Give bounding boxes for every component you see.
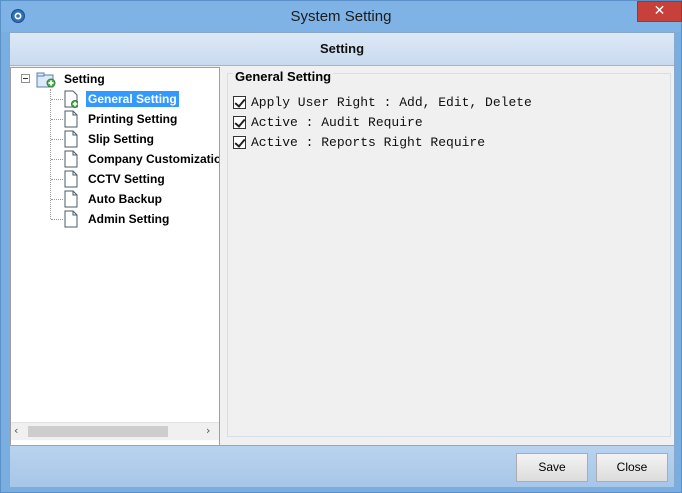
- tree-item-printing-setting[interactable]: Printing Setting: [51, 109, 219, 129]
- tree-item-company-customization[interactable]: Company Customization: [51, 149, 220, 169]
- checkbox-label[interactable]: Active : Audit Require: [251, 115, 423, 130]
- reports-right-require-checkbox[interactable]: Active : Reports Right Require: [233, 134, 653, 152]
- header-band: Setting: [10, 33, 674, 66]
- document-add-icon: [64, 90, 78, 108]
- tree-item-general-setting[interactable]: General Setting: [51, 89, 219, 109]
- scroll-left-icon[interactable]: ‹: [14, 424, 18, 437]
- tree-item-slip-setting[interactable]: Slip Setting: [51, 129, 219, 149]
- tree-item-cctv-setting[interactable]: CCTV Setting: [51, 169, 219, 189]
- tree-root-label[interactable]: Setting: [64, 72, 105, 86]
- footer-bar: Save Close: [10, 445, 674, 487]
- system-setting-window: System Setting ✕ Setting Setting General…: [0, 0, 682, 493]
- tree-item-label: General Setting: [86, 91, 179, 107]
- save-button[interactable]: Save: [516, 453, 588, 482]
- document-icon: [64, 130, 78, 148]
- tree-item-label: Printing Setting: [88, 112, 178, 126]
- title-bar[interactable]: System Setting ✕: [1, 1, 682, 32]
- checkbox-label[interactable]: Apply User Right : Add, Edit, Delete: [251, 95, 532, 110]
- scroll-right-icon[interactable]: ›: [206, 424, 210, 437]
- checkbox-label[interactable]: Active : Reports Right Require: [251, 135, 485, 150]
- client-area: Setting Setting General Setting Printing…: [9, 32, 675, 487]
- window-close-button[interactable]: ✕: [637, 1, 682, 22]
- document-icon: [64, 170, 78, 188]
- window-title: System Setting: [290, 8, 392, 25]
- group-title: General Setting: [233, 69, 334, 84]
- tree-item-label: Auto Backup: [88, 192, 163, 206]
- checkbox-checked-icon[interactable]: [233, 96, 246, 109]
- settings-tree[interactable]: Setting General Setting Printing Setting: [10, 67, 220, 472]
- header-title: Setting: [319, 41, 365, 56]
- tree-item-label: Admin Setting: [88, 212, 170, 226]
- apply-user-right-checkbox[interactable]: Apply User Right : Add, Edit, Delete: [233, 94, 653, 112]
- document-icon: [64, 190, 78, 208]
- checkbox-checked-icon[interactable]: [233, 116, 246, 129]
- close-icon: ✕: [653, 3, 666, 19]
- tree-item-label: Company Customization: [88, 152, 220, 166]
- tree-item-admin-setting[interactable]: Admin Setting: [51, 209, 219, 229]
- tree-item-auto-backup[interactable]: Auto Backup: [51, 189, 219, 209]
- document-icon: [64, 210, 78, 228]
- tree-item-label: CCTV Setting: [88, 172, 165, 186]
- checkbox-checked-icon[interactable]: [233, 136, 246, 149]
- scrollbar-thumb[interactable]: [28, 426, 168, 437]
- tree-item-label: Slip Setting: [88, 132, 154, 146]
- audit-require-checkbox[interactable]: Active : Audit Require: [233, 114, 653, 132]
- close-button[interactable]: Close: [596, 453, 668, 482]
- folder-icon: [36, 72, 56, 88]
- document-icon: [64, 110, 78, 128]
- collapse-toggle-icon[interactable]: [21, 74, 30, 83]
- document-icon: [64, 150, 78, 168]
- horizontal-scrollbar[interactable]: ‹ ›: [11, 422, 219, 440]
